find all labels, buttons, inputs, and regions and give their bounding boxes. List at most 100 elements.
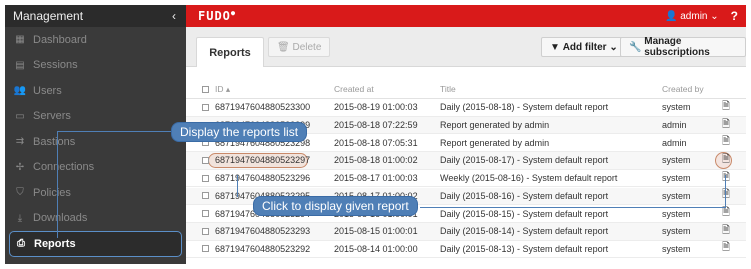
document-icon[interactable]: 🗎 xyxy=(722,117,730,134)
add-filter-button[interactable]: ▼ Add filter ⌄ xyxy=(541,37,627,57)
film-icon: ▤ xyxy=(15,59,25,71)
shield-icon: ⛉ xyxy=(16,187,24,199)
sidebar-item-label: Policies xyxy=(33,186,71,199)
chevron-down-icon[interactable]: ⌄ xyxy=(707,11,718,22)
sidebar-item-label: Users xyxy=(33,84,62,97)
logo: FUDO● xyxy=(198,9,237,23)
created-by: admin xyxy=(662,137,687,148)
row-checkbox[interactable] xyxy=(202,245,209,253)
user-icon: 👤 xyxy=(665,10,681,22)
report-title: Daily (2015-08-14) - System default repo… xyxy=(440,226,609,237)
report-id[interactable]: 6871947604880523292 xyxy=(215,244,310,254)
document-icon[interactable]: 🗎 xyxy=(722,170,730,187)
sidebar-item-label: Downloads xyxy=(33,212,88,225)
dashboard-icon: ▦ xyxy=(15,34,25,46)
row-checkbox[interactable] xyxy=(202,210,209,218)
created-at: 2015-08-18 07:05:31 xyxy=(334,137,418,148)
callout-line xyxy=(57,131,171,132)
report-id[interactable]: 6871947604880523297 xyxy=(215,155,310,165)
document-icon[interactable]: 🗎 xyxy=(722,240,730,257)
table-row[interactable]: 6871947604880523300 2015-08-19 01:00:03 Da… xyxy=(186,99,746,117)
manage-subscriptions-label: Manage subscriptions xyxy=(644,36,710,58)
sidebar-item-label: Dashboard xyxy=(33,33,87,46)
table-row[interactable]: 6871947604880523293 2015-08-15 01:00:01 Da… xyxy=(186,222,746,241)
tab-reports[interactable]: Reports xyxy=(196,37,264,67)
help-icon[interactable]: ? xyxy=(731,9,738,23)
sidebar-item-connections[interactable]: ✢ Connections xyxy=(5,155,186,181)
report-title: Daily (2015-08-18) - System default repo… xyxy=(440,102,609,113)
report-id[interactable]: 6871947604880523300 xyxy=(215,102,310,112)
sidebar-item-servers[interactable]: ▭ Servers xyxy=(5,104,186,130)
created-by: system xyxy=(662,173,691,184)
row-checkbox[interactable] xyxy=(202,156,209,164)
document-icon[interactable]: 🗎 xyxy=(722,99,730,116)
logo-text: FUDO xyxy=(198,9,231,23)
row-checkbox[interactable] xyxy=(202,103,209,111)
document-icon[interactable]: 🗎 xyxy=(722,187,730,204)
report-title: Daily (2015-08-13) - System default repo… xyxy=(440,243,609,254)
sidebar-item-downloads[interactable]: ⤓ Downloads xyxy=(5,206,186,232)
users-icon: 👥 xyxy=(13,85,27,97)
table-row[interactable]: 6871947604880523297 2015-08-18 01:00:02 Da… xyxy=(186,152,746,170)
row-checkbox[interactable] xyxy=(202,174,209,182)
created-by: system xyxy=(662,226,691,237)
column-id[interactable]: ID ▴ xyxy=(215,84,230,95)
created-by: system xyxy=(662,102,691,113)
report-title: Report generated by admin xyxy=(440,137,550,148)
created-by: admin xyxy=(662,120,687,131)
delete-label: Delete xyxy=(292,41,322,53)
column-id-label: ID xyxy=(215,83,224,94)
report-title: Daily (2015-08-16) - System default repo… xyxy=(440,190,609,201)
printer-icon: ⎙ xyxy=(17,238,25,250)
sidebar-item-label: Sessions xyxy=(33,59,78,72)
created-by: system xyxy=(662,243,691,254)
toolbar: Reports 🗑 Delete ▼ Add filter ⌄ 🔧 Manage… xyxy=(186,27,746,67)
report-title: Daily (2015-08-17) - System default repo… xyxy=(440,155,609,166)
manage-subscriptions-button[interactable]: 🔧 Manage subscriptions xyxy=(620,36,746,58)
created-by: system xyxy=(662,155,691,166)
user-menu[interactable]: admin xyxy=(680,11,707,22)
created-at: 2015-08-19 01:00:03 xyxy=(334,102,418,113)
sidebar-item-dashboard[interactable]: ▦ Dashboard xyxy=(5,27,186,53)
connections-icon: ✢ xyxy=(15,161,25,173)
sidebar: Management ‹ ▦ Dashboard ▤ Sessions 👥 Users ▭ S… xyxy=(5,5,186,264)
created-at: 2015-08-15 01:00:01 xyxy=(334,226,418,237)
add-filter-label: Add filter xyxy=(562,41,607,53)
created-at: 2015-08-17 01:00:03 xyxy=(334,173,418,184)
created-by: system xyxy=(662,190,691,201)
download-icon: ⤓ xyxy=(17,212,23,224)
sidebar-item-label: Reports xyxy=(34,237,76,250)
column-title[interactable]: Title xyxy=(440,84,456,94)
sidebar-title: Management xyxy=(13,9,84,23)
callout-line xyxy=(725,175,726,208)
callout-line xyxy=(237,175,238,197)
column-created[interactable]: Created at xyxy=(334,84,374,94)
sidebar-item-bastions[interactable]: ⇉ Bastions xyxy=(5,129,186,155)
chevron-left-icon[interactable]: ‹ xyxy=(172,9,176,23)
report-id[interactable]: 6871947604880523293 xyxy=(215,226,310,236)
table-row[interactable]: 6871947604880523292 2015-08-14 01:00:00 Da… xyxy=(186,241,746,259)
sidebar-item-policies[interactable]: ⛉ Policies xyxy=(5,180,186,206)
column-created-by[interactable]: Created by xyxy=(662,84,704,94)
sidebar-header: Management ‹ xyxy=(5,5,186,27)
report-id[interactable]: 6871947604880523296 xyxy=(215,173,310,183)
row-checkbox[interactable] xyxy=(202,227,209,235)
delete-button[interactable]: 🗑 Delete xyxy=(268,37,331,57)
document-icon[interactable]: 🗎 xyxy=(722,134,730,151)
sidebar-item-reports[interactable]: ⎙ Reports xyxy=(9,231,182,257)
created-at: 2015-08-18 07:22:59 xyxy=(334,120,418,131)
sidebar-item-sessions[interactable]: ▤ Sessions xyxy=(5,53,186,79)
table-row[interactable]: 6871947604880523296 2015-08-17 01:00:03 We… xyxy=(186,170,746,188)
document-icon[interactable]: 🗎 xyxy=(722,152,730,169)
row-checkbox[interactable] xyxy=(202,192,209,200)
top-bar: FUDO● 👤 admin ⌄ ? xyxy=(186,5,746,27)
callout-line xyxy=(57,131,58,238)
report-title: Weekly (2015-08-16) - System default rep… xyxy=(440,173,618,184)
sidebar-item-users[interactable]: 👥 Users xyxy=(5,78,186,104)
select-all-checkbox[interactable] xyxy=(202,85,209,93)
document-icon[interactable]: 🗎 xyxy=(722,223,730,240)
created-at: 2015-08-18 01:00:02 xyxy=(334,155,418,166)
created-by: system xyxy=(662,208,691,219)
created-at: 2015-08-14 01:00:00 xyxy=(334,243,418,254)
wrench-icon: 🔧 xyxy=(629,41,645,53)
